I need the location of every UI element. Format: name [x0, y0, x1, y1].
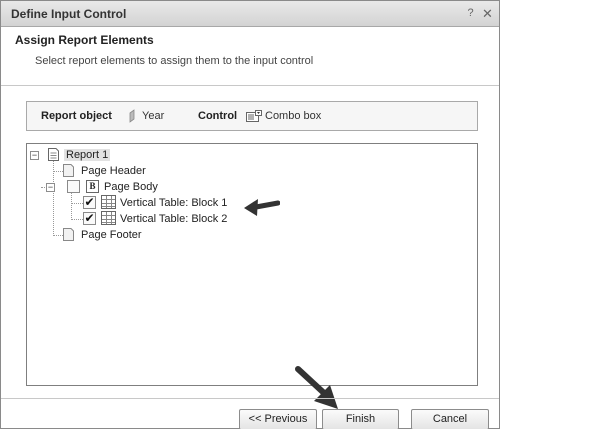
previous-button[interactable]: << Previous [239, 409, 317, 429]
info-bar: Report object Year Control Combo box [26, 101, 478, 131]
control-value: Combo box [265, 110, 322, 122]
page-icon [63, 164, 74, 177]
tree-item-report[interactable]: Report 1 [64, 149, 111, 161]
tree-connector [71, 219, 83, 220]
report-elements-tree: − Report 1 Page Header − B Page Body ✔ V… [26, 143, 478, 386]
report-icon [48, 148, 59, 161]
tree-connector [53, 235, 63, 236]
page-body-icon: B [86, 180, 99, 193]
page-body-checkbox[interactable] [67, 180, 80, 193]
help-icon[interactable]: ? [464, 7, 477, 20]
tree-item-page-body[interactable]: Page Body [104, 181, 158, 193]
report-object-label: Report object [41, 110, 112, 122]
dimension-icon [129, 109, 135, 123]
title-bar: Define Input Control ? ✕ [1, 1, 499, 27]
report-object-value: Year [142, 110, 165, 122]
annotation-arrow-icon [295, 366, 338, 409]
footer-divider [1, 398, 499, 399]
block2-checkbox[interactable]: ✔ [83, 212, 96, 225]
page-icon [63, 228, 74, 241]
header-panel: Assign Report Elements Select report ele… [1, 28, 499, 86]
finish-button[interactable]: Finish [322, 409, 399, 429]
cancel-button[interactable]: Cancel [411, 409, 489, 429]
tree-connector [71, 203, 83, 204]
tree-connector [71, 192, 72, 220]
header-title: Assign Report Elements [15, 33, 154, 47]
vertical-table-icon [101, 211, 116, 225]
tree-connector [53, 161, 54, 236]
tree-connector [53, 171, 63, 172]
control-label: Control [198, 110, 238, 122]
vertical-table-icon [101, 195, 116, 209]
close-icon[interactable]: ✕ [481, 7, 494, 20]
collapse-page-body-toggle[interactable]: − [46, 183, 55, 192]
define-input-control-dialog: Define Input Control ? ✕ Assign Report E… [0, 0, 500, 429]
tree-item-block1[interactable]: Vertical Table: Block 1 [120, 197, 227, 209]
tree-item-block2[interactable]: Vertical Table: Block 2 [120, 213, 227, 225]
dialog-title: Define Input Control [11, 7, 127, 21]
combo-box-icon [246, 110, 262, 122]
header-subtitle: Select report elements to assign them to… [35, 55, 314, 67]
collapse-report-toggle[interactable]: − [30, 151, 39, 160]
block1-checkbox[interactable]: ✔ [83, 196, 96, 209]
tree-item-page-header[interactable]: Page Header [81, 165, 146, 177]
annotation-arrow-icon [244, 199, 280, 216]
tree-item-page-footer[interactable]: Page Footer [81, 229, 142, 241]
